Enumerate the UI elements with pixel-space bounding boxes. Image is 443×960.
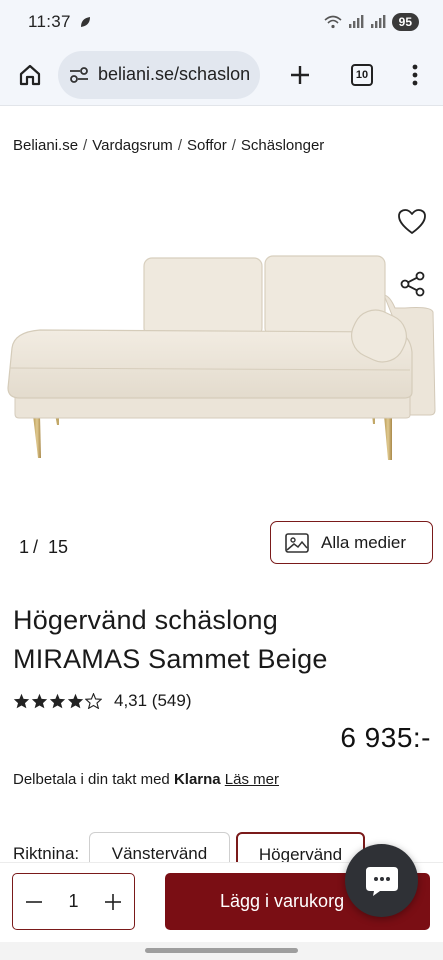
minus-icon [26,900,42,903]
quantity-value[interactable]: 1 [68,891,78,912]
direction-option-left[interactable]: Vänstervänd [89,832,230,862]
all-media-label: Alla medier [321,532,407,552]
home-icon [19,64,41,85]
star-icon [49,693,66,709]
chat-button[interactable] [345,844,418,917]
heart-icon[interactable] [397,207,427,237]
increase-quantity-button[interactable] [102,891,124,913]
home-button[interactable] [8,53,52,97]
address-bar[interactable]: beliani.se/schaslon [58,50,260,99]
signal-icon [348,15,364,28]
star-outline-icon [85,693,102,709]
breadcrumb-link[interactable]: Schäslonger [241,137,324,154]
plus-icon [104,893,121,910]
image-counter-current: 1 [19,537,30,557]
chat-icon [365,866,398,896]
breadcrumb: Beliani.se / Vardagsrum / Soffor / Schäs… [13,137,324,154]
star-icon [31,693,48,709]
decrease-quantity-button[interactable] [23,891,45,913]
breadcrumb-separator: / [83,137,88,154]
rating-text: 4,31 (549) [114,691,192,710]
tabs-count: 10 [351,63,373,86]
star-icon [67,693,84,709]
plus-icon [291,65,309,84]
leaf-icon [80,17,90,27]
breadcrumb-link[interactable]: Vardagsrum [92,137,173,154]
product-title: Högervänd schäslong MIRAMAS Sammet Beige [13,601,433,679]
image-counter-separator: / [33,537,39,557]
product-rating[interactable]: 4,31 (549) [13,691,192,711]
breadcrumb-link[interactable]: Soffor [187,137,227,154]
image-counter: 1 / 15 [19,537,68,558]
product-price: 6 935:- [340,722,431,753]
star-icon [13,693,30,709]
klarna-prefix: Delbetala i din takt med [13,771,170,788]
breadcrumb-link[interactable]: Beliani.se [13,137,78,154]
new-tab-button[interactable] [280,55,320,95]
product-title-line1: Högervänd schäslong [13,605,278,635]
quantity-stepper: 1 [12,873,135,930]
gesture-bar[interactable] [145,948,298,953]
more-vertical-icon [412,64,418,85]
breadcrumb-separator: / [231,137,236,154]
tab-switcher-button[interactable]: 10 [342,55,382,95]
product-image[interactable] [0,200,443,500]
browser-menu-button[interactable] [400,55,430,95]
status-time: 11:37 [28,12,71,31]
browser-toolbar: beliani.se/schaslon 10 [0,44,443,106]
image-counter-total: 15 [48,537,69,557]
rating-stars [13,693,102,709]
breadcrumb-separator: / [177,137,182,154]
product-title-line2: MIRAMAS Sammet Beige [13,644,328,674]
direction-label: Riktnina: [13,844,80,862]
klarna-read-more-link[interactable]: Läs mer [225,771,279,788]
navigation-gesture-area [0,942,443,960]
signal-icon [370,15,386,28]
all-media-button[interactable]: Alla medier [270,521,433,564]
direction-option-right[interactable]: Högervänd [236,832,365,862]
klarna-info: Delbetala i din takt med Klarna Läs mer [13,771,279,788]
site-settings-icon[interactable] [68,64,90,86]
url-text: beliani.se/schaslon [98,64,251,84]
image-icon [285,532,309,553]
status-bar: 11:37 95 [0,0,443,44]
wifi-icon [324,15,342,29]
klarna-brand: Klarna [173,771,221,788]
share-icon[interactable] [399,270,427,298]
battery-indicator: 95 [391,13,419,31]
status-icons: 95 [324,13,419,31]
